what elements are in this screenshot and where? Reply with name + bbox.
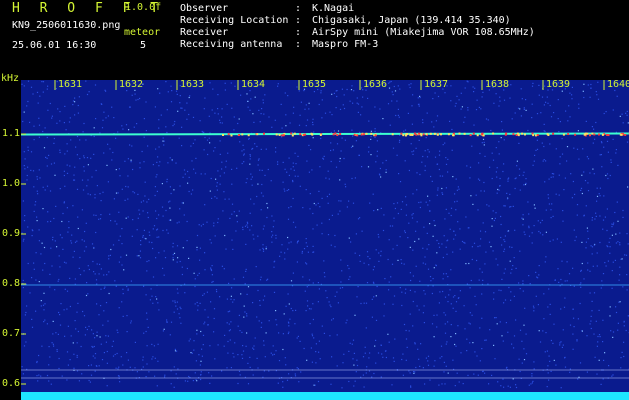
location-key: Receiving Location: [180, 15, 289, 26]
y-tick-label: 0.6: [2, 378, 21, 389]
y-tick-label: 1.0: [2, 178, 21, 189]
antenna-value: Maspro FM-3: [312, 39, 379, 50]
spectrogram-canvas: [21, 80, 629, 400]
location-value: Chigasaki, Japan (139.414 35.340): [312, 15, 511, 26]
y-unit-label: kHz: [1, 73, 20, 84]
y-tick-label: 0.9: [2, 228, 21, 239]
receiver-colon: :: [295, 27, 302, 38]
receiver-key: Receiver: [180, 27, 229, 38]
x-tick-label: 1637: [424, 79, 449, 90]
meteor-count: 5: [140, 40, 147, 51]
receiver-value: AirSpy mini (Miakejima VOR 108.65MHz): [312, 27, 535, 38]
y-tick-label: 0.8: [2, 278, 21, 289]
header-panel: H R O F F T 1.0.0f KN9_2506011630.png me…: [0, 0, 629, 72]
observer-key: Observer: [180, 3, 229, 14]
file-name: KN9_2506011630.png: [12, 20, 121, 31]
y-tick-label: 1.1: [2, 128, 21, 139]
spectrogram-plot: [21, 80, 629, 400]
baseline-strip: [21, 392, 629, 400]
meteor-label: meteor: [124, 27, 161, 38]
noise-speckle: [21, 80, 629, 389]
antenna-colon: :: [295, 39, 302, 50]
y-tick-label: 0.7: [2, 328, 21, 339]
x-tick-label: 1632: [119, 79, 144, 90]
x-tick-label: 1635: [302, 79, 327, 90]
x-tick-label: 1631: [58, 79, 83, 90]
x-tick-label: 1640: [607, 79, 629, 90]
observer-colon: :: [295, 3, 302, 14]
antenna-key: Receiving antenna: [180, 39, 283, 50]
observer-value: K.Nagai: [312, 3, 355, 14]
location-colon: :: [295, 15, 302, 26]
app-version: 1.0.0f: [125, 2, 162, 13]
x-tick-label: 1633: [180, 79, 205, 90]
x-tick-label: 1636: [363, 79, 388, 90]
date-time: 25.06.01 16:30: [12, 40, 97, 51]
x-tick-label: 1634: [241, 79, 266, 90]
x-tick-label: 1638: [485, 79, 510, 90]
x-tick-label: 1639: [546, 79, 571, 90]
